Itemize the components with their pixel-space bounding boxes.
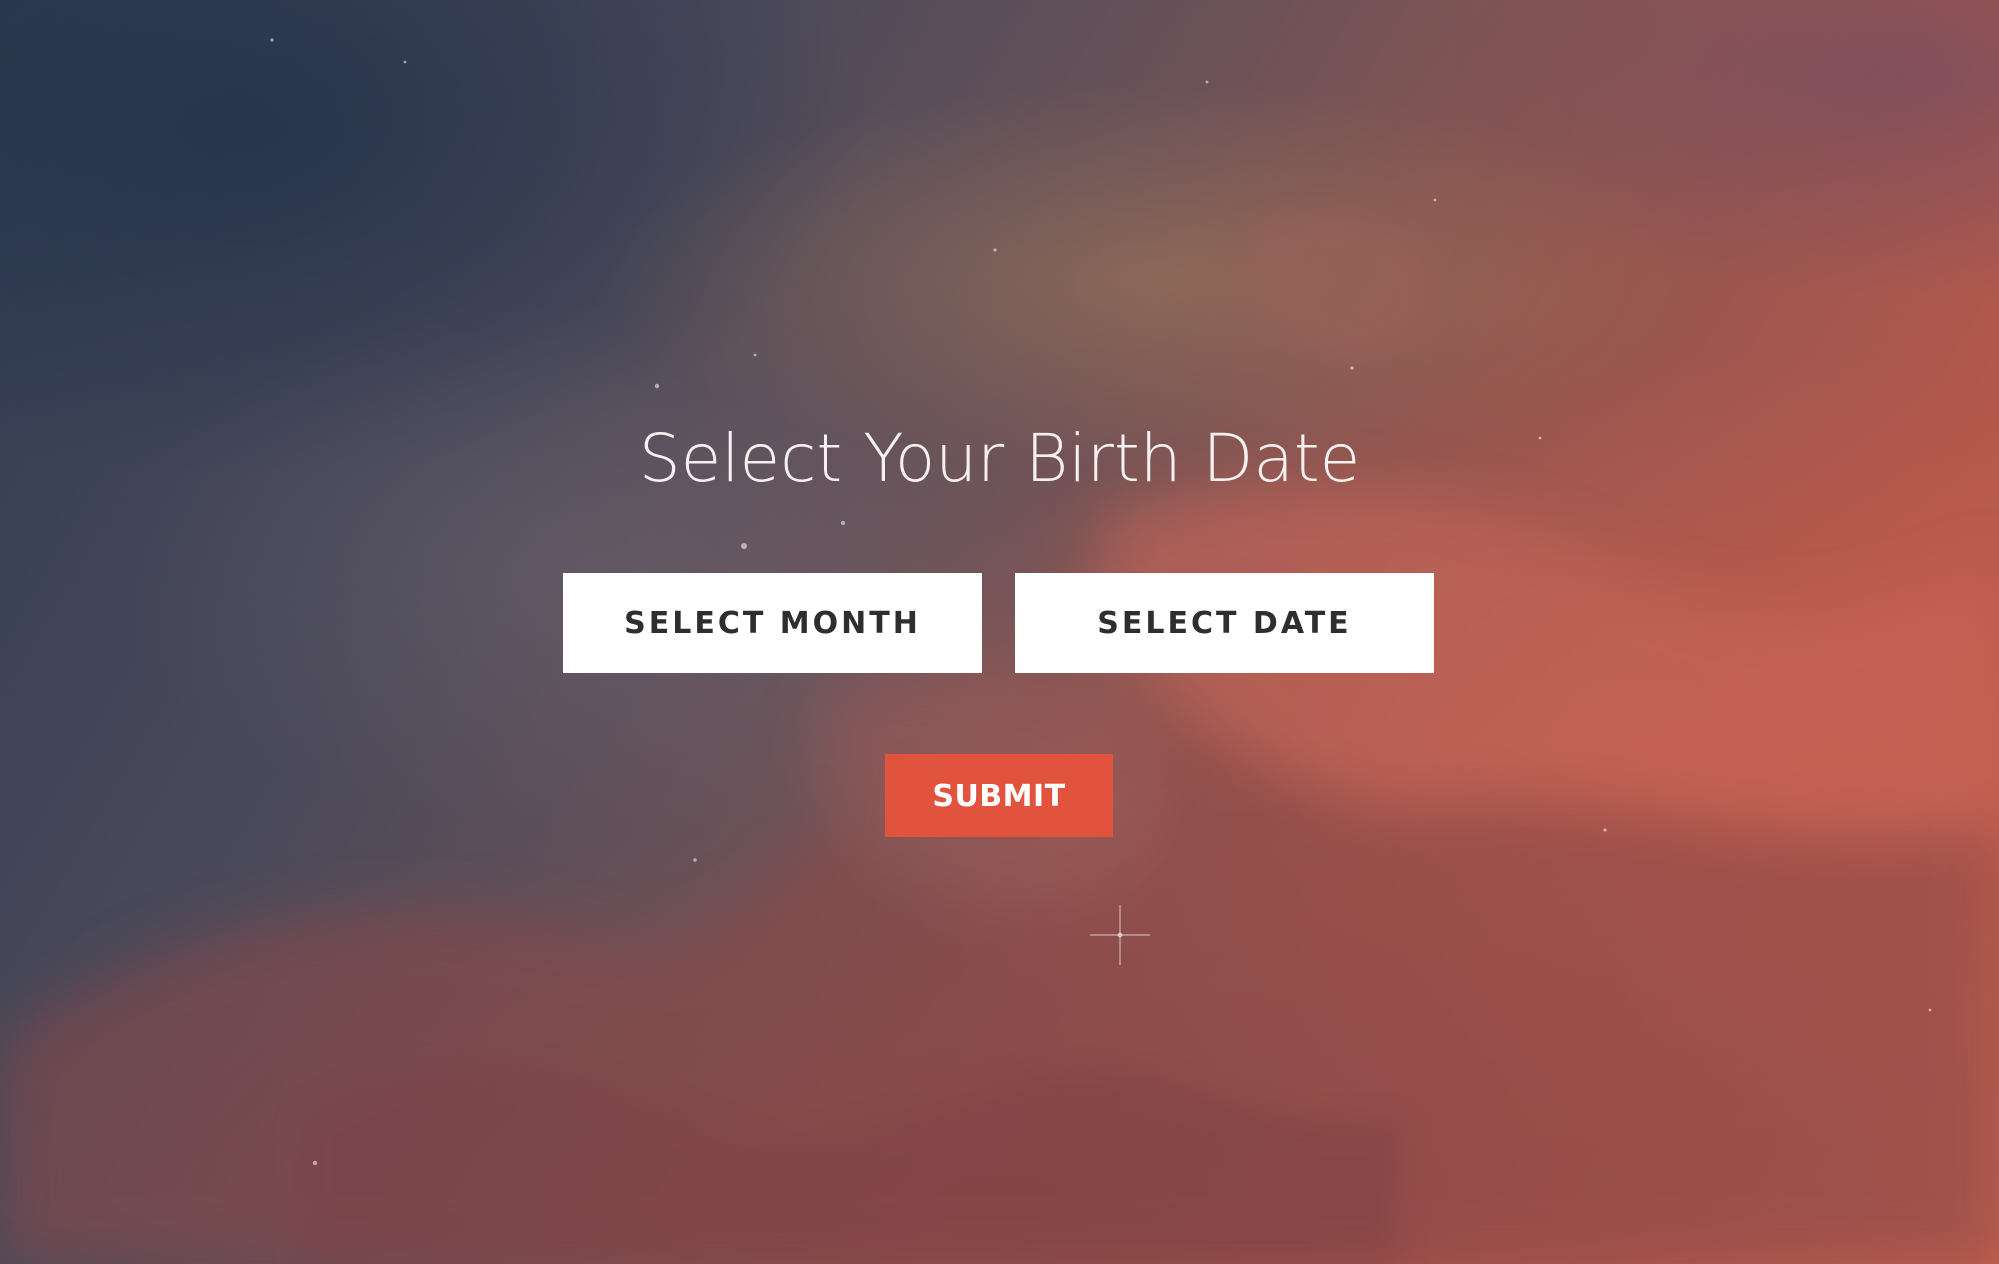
submit-button[interactable]: SUBMIT [885, 754, 1113, 837]
select-month-button[interactable]: SELECT MONTH [563, 573, 982, 673]
select-date-button[interactable]: SELECT DATE [1015, 573, 1434, 673]
birth-date-form-container: Select Your Birth Date SELECT MONTH SELE… [0, 0, 1999, 1264]
page-title: Select Your Birth Date [638, 420, 1361, 497]
